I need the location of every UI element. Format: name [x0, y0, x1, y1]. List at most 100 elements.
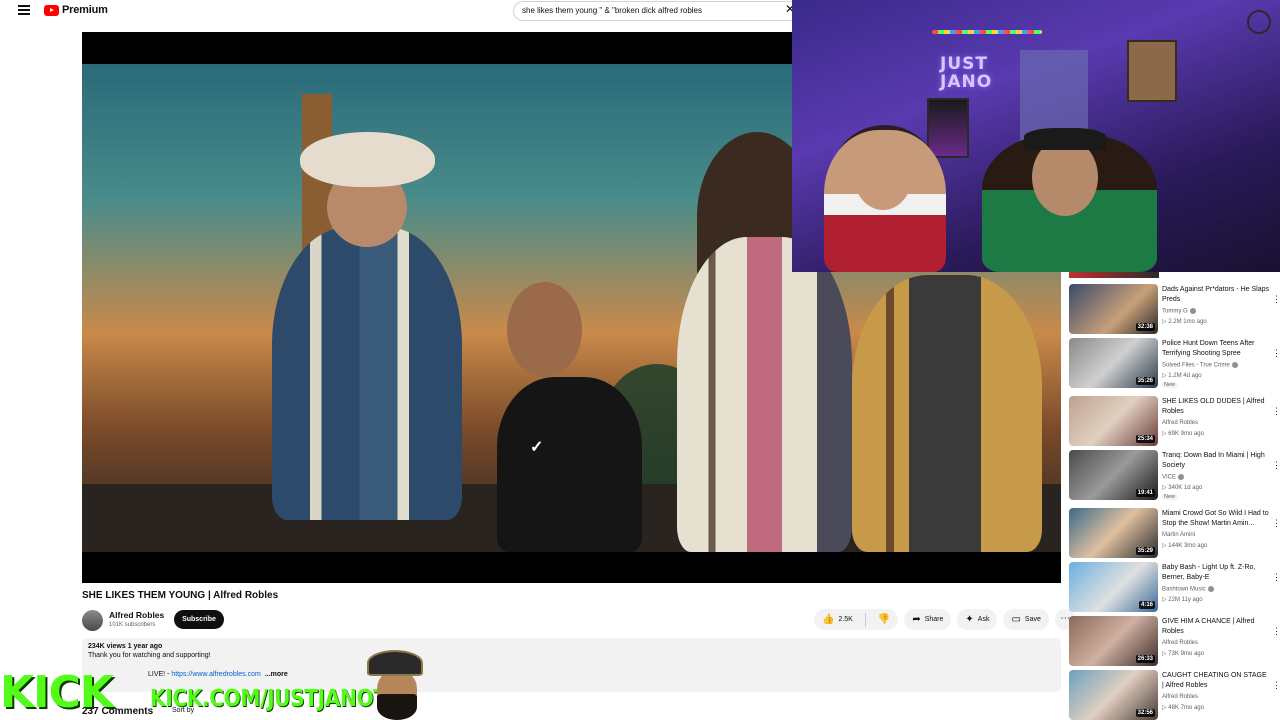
string-lights: [932, 30, 1042, 34]
share-label: Share: [924, 616, 944, 623]
recommendation-item[interactable]: 32:56 CAUGHT CHEATING ON STAGE | Alfred R…: [1069, 670, 1280, 720]
recommendation-meta: ▷ 1.2M 4d ago: [1162, 373, 1202, 379]
video-duration: 35:29: [1135, 547, 1155, 555]
video-thumbnail[interactable]: 35:29: [1069, 508, 1158, 558]
video-thumbnail[interactable]: 25:34: [1069, 396, 1158, 446]
bookmark-icon: ▭: [1011, 613, 1021, 625]
channel-name[interactable]: Alfred Robles: [109, 610, 164, 620]
performer-hoodie: [497, 377, 642, 552]
recommendation-item[interactable]: 35:29 Miami Crowd Got So Wild I Had to St…: [1069, 508, 1280, 560]
like-button[interactable]: 👍 2.5K: [814, 609, 861, 630]
like-dislike-group: 👍 2.5K 👎: [814, 609, 899, 630]
recommendation-title[interactable]: GIVE HIM A CHANCE | Alfred Robles: [1162, 617, 1270, 637]
share-icon: ➦: [912, 613, 921, 625]
video-thumbnail[interactable]: 35:26: [1069, 338, 1158, 388]
video-thumbnail[interactable]: 26:33: [1069, 616, 1158, 666]
recommendation-meta: ▷ 73K 9mo ago: [1162, 651, 1204, 657]
recommendation-item[interactable]: 25:34 SHE LIKES OLD DUDES | Alfred Robles…: [1069, 396, 1280, 448]
channel-name: Martin Amini: [1162, 532, 1196, 538]
sparkle-icon: ✦: [965, 613, 974, 625]
channel-name: VICE: [1162, 474, 1177, 481]
channel-avatar[interactable]: [82, 610, 103, 631]
recommendation-channel[interactable]: Bashtown Music: [1162, 586, 1214, 593]
wall-frame: [1127, 40, 1177, 102]
more-options-icon[interactable]: ⋮: [1272, 572, 1280, 583]
youtube-watch-page: Premium she likes them young " & "broken…: [0, 0, 1280, 720]
streamer-face: [854, 142, 912, 210]
ask-button[interactable]: ✦ Ask: [957, 609, 998, 630]
subscribe-button[interactable]: Subscribe: [174, 610, 224, 629]
share-button[interactable]: ➦ Share: [904, 609, 952, 630]
swoosh-logo: ✓: [530, 439, 544, 456]
save-label: Save: [1024, 616, 1041, 623]
recommendation-title[interactable]: CAUGHT CHEATING ON STAGE | Alfred Robles: [1162, 671, 1270, 691]
recommendation-item[interactable]: 4:16 Baby Bash - Light Up ft. Z-Ro, Berne…: [1069, 562, 1280, 614]
performer-plaid: [852, 275, 1042, 552]
performer-head: [507, 282, 582, 377]
more-options-icon[interactable]: ⋮: [1272, 460, 1280, 471]
recommendation-channel[interactable]: Alfred Robles: [1162, 420, 1198, 426]
dislike-button[interactable]: 👎: [870, 609, 898, 630]
recommendation-title[interactable]: Miami Crowd Got So Wild I Had to Stop th…: [1162, 509, 1270, 529]
recommendation-channel[interactable]: Alfred Robles: [1162, 640, 1198, 646]
divider: [864, 612, 866, 627]
recommendation-title[interactable]: SHE LIKES OLD DUDES | Alfred Robles: [1162, 397, 1270, 417]
verified-icon: [1231, 362, 1238, 368]
recommendation-meta: ▷ 22M 11y ago: [1162, 597, 1203, 603]
more-options-icon[interactable]: ⋮: [1272, 348, 1280, 359]
verified-icon: [1178, 474, 1185, 480]
video-duration: 26:33: [1135, 655, 1155, 663]
video-thumbnail[interactable]: 19:41: [1069, 450, 1158, 500]
recommendation-meta: ▷ 48K 7mo ago: [1162, 705, 1204, 711]
recommendation-channel[interactable]: Alfred Robles: [1162, 694, 1198, 700]
streamer-webcam: JUST JANO: [792, 0, 1280, 272]
recommendation-title[interactable]: Tranq: Down Bad In Miami | High Society: [1162, 451, 1270, 471]
hamburger-menu-icon[interactable]: [18, 5, 30, 15]
video-thumbnail[interactable]: 32:56: [1069, 670, 1158, 720]
recommendation-title[interactable]: Dads Against Pr*dators - He Slaps Preds: [1162, 285, 1270, 305]
new-badge: New: [1162, 382, 1178, 388]
kick-logo: KICK: [0, 667, 114, 718]
youtube-play-icon: [44, 4, 59, 16]
recommendation-channel[interactable]: Solved Files - True Crime: [1162, 362, 1238, 369]
avatar-beard: [377, 694, 417, 720]
recommendation-title[interactable]: Police Hunt Down Teens After Terrifying …: [1162, 339, 1270, 359]
recommendation-meta: ▷ 340K 1d ago: [1162, 485, 1203, 491]
recommendation-item[interactable]: 32:38 Dads Against Pr*dators - He Slaps P…: [1069, 284, 1280, 336]
video-thumbnail[interactable]: 4:16: [1069, 562, 1158, 612]
recommendation-channel[interactable]: Tommy G: [1162, 308, 1196, 315]
website-link[interactable]: https://www.alfredrobles.com: [171, 671, 260, 678]
ask-label: Ask: [977, 616, 990, 623]
video-duration: 4:16: [1138, 601, 1155, 609]
more-options-icon[interactable]: ⋮: [1272, 626, 1280, 637]
more-options-icon[interactable]: ⋮: [1272, 406, 1280, 417]
recommendation-item[interactable]: 26:33 GIVE HIM A CHANCE | Alfred Robles Al…: [1069, 616, 1280, 668]
video-title: SHE LIKES THEM YOUNG | Alfred Robles: [82, 590, 279, 601]
streamer-cap: [1024, 128, 1106, 150]
streamer-avatar-icon: [365, 650, 427, 720]
cowboy-hat: [300, 132, 435, 187]
link-prefix: LIVE! -: [148, 671, 172, 678]
video-thumbnail[interactable]: 32:38: [1069, 284, 1158, 334]
search-input[interactable]: she likes them young " & "broken dick al…: [513, 1, 799, 21]
recommendation-channel[interactable]: Martin Amini: [1162, 532, 1195, 538]
recommendation-item[interactable]: 19:41 Tranq: Down Bad In Miami | High Soc…: [1069, 450, 1280, 502]
verified-icon: [1189, 308, 1196, 314]
more-options-icon[interactable]: ⋮: [1272, 680, 1280, 691]
recommendation-title[interactable]: Baby Bash - Light Up ft. Z-Ro, Berner, B…: [1162, 563, 1270, 583]
more-options-icon[interactable]: ⋮: [1272, 518, 1280, 529]
video-duration: 32:38: [1135, 323, 1155, 331]
recommendation-item[interactable]: 35:26 Police Hunt Down Teens After Terrif…: [1069, 338, 1280, 390]
show-more-link[interactable]: ...more: [265, 671, 288, 678]
more-options-icon[interactable]: ⋮: [1272, 294, 1280, 305]
save-button[interactable]: ▭ Save: [1003, 609, 1049, 630]
description-box[interactable]: 234K views 1 year ago Thank you for watc…: [82, 638, 1061, 692]
performer-cowboy: [272, 227, 462, 520]
wall-poster: [927, 98, 969, 158]
youtube-premium-logo[interactable]: Premium: [44, 4, 108, 16]
channel-name: Bashtown Music: [1162, 586, 1206, 593]
partial-thumbnail: [1069, 272, 1159, 278]
recommendation-channel[interactable]: VICE: [1162, 474, 1185, 481]
views-and-date: 234K views 1 year ago: [88, 643, 163, 650]
video-duration: 19:41: [1135, 489, 1155, 497]
